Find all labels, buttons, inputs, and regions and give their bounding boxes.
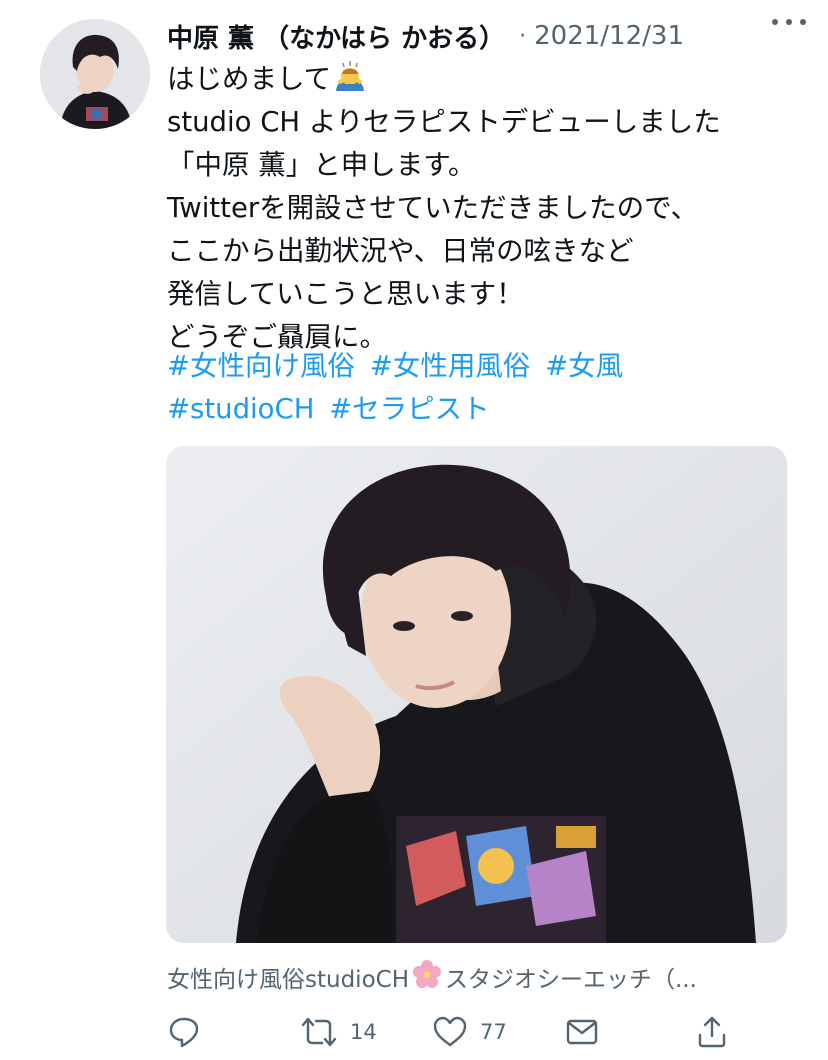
envelope-icon	[566, 1019, 598, 1045]
more-horizontal-icon[interactable]	[772, 8, 806, 36]
text-line: はじめまして	[167, 58, 807, 101]
share-icon	[698, 1016, 726, 1048]
tweet-actions: 14 77	[167, 1010, 787, 1054]
reply-button[interactable]	[167, 1010, 201, 1054]
share-button[interactable]	[695, 1010, 729, 1054]
text-line: 「中原 薫」と申します。	[167, 149, 476, 181]
retweet-button[interactable]: 14	[300, 1010, 377, 1054]
tweet-text: はじめまして studio CH よりセラピストデビューしました 「中原 薫」と…	[167, 58, 807, 359]
tweet-date[interactable]: 2021/12/31	[534, 21, 684, 51]
link-card-source[interactable]: 女性向け風俗studioCH スタジオシーエッチ（...	[167, 960, 787, 994]
like-button[interactable]: 77	[432, 1010, 507, 1054]
text-line: ここから出勤状況や、日常の呟きなど	[167, 235, 634, 267]
retweet-icon	[301, 1017, 337, 1047]
heart-icon	[433, 1016, 467, 1047]
photo-image	[166, 446, 787, 943]
hashtag-line: #studioCH #セラピスト	[167, 388, 807, 431]
header-separator: ·	[519, 23, 527, 49]
text-line: studio CH よりセラピストデビューしました	[167, 106, 721, 138]
hashtags: #女性向け風俗 #女性用風俗 #女風 #studioCH #セラピスト	[167, 345, 807, 431]
link-source-name: 女性向け風俗studioCH	[167, 967, 409, 993]
hashtag-line: #女性向け風俗 #女性用風俗 #女風	[167, 345, 807, 388]
avatar[interactable]	[40, 19, 150, 129]
person-bowing-emoji-icon	[333, 59, 367, 106]
tweet: 中原 薫 （なかはら かおる） · 2021/12/31 はじめまして stud…	[0, 0, 828, 1060]
hashtag-link[interactable]: #studioCH	[167, 393, 314, 425]
text-line: Twitterを開設させていただきましたので、	[167, 192, 699, 224]
cherry-blossom-emoji-icon	[413, 960, 441, 994]
tweet-header: 中原 薫 （なかはら かおる） · 2021/12/31	[167, 14, 807, 58]
dm-button[interactable]	[565, 1010, 599, 1054]
hashtag-link[interactable]: #女性用風俗	[370, 350, 531, 382]
tweet-photo[interactable]	[166, 446, 787, 943]
display-name[interactable]: 中原 薫 （なかはら かおる）	[167, 18, 505, 55]
avatar-image	[40, 19, 150, 129]
link-source-description: スタジオシーエッチ（...	[445, 967, 697, 993]
text-line: 発信していこうと思います！	[167, 278, 524, 310]
reply-icon	[169, 1017, 199, 1048]
like-count: 77	[480, 1020, 507, 1044]
retweet-count: 14	[350, 1020, 377, 1044]
text-line-greeting: はじめまして	[167, 63, 332, 95]
hashtag-link[interactable]: #女性向け風俗	[167, 350, 355, 382]
hashtag-link[interactable]: #女風	[545, 350, 623, 382]
hashtag-link[interactable]: #セラピスト	[329, 393, 490, 425]
